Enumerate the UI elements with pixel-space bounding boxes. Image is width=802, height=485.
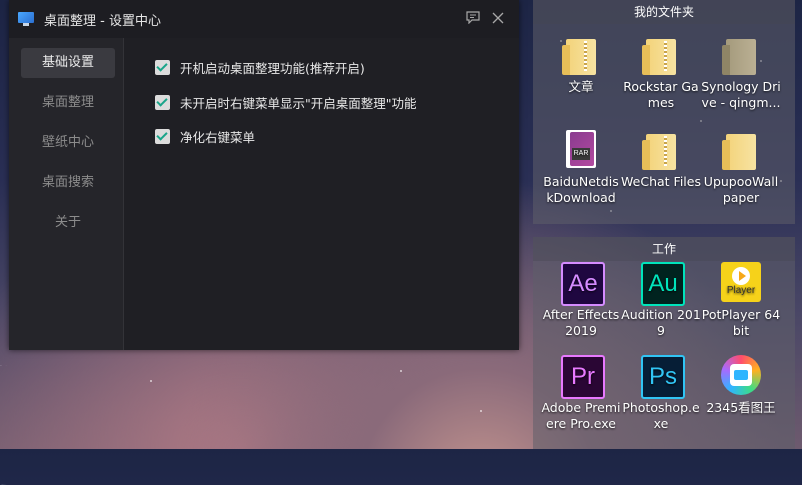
sidebar-item-wallpaper-center[interactable]: 壁纸中心 bbox=[21, 128, 115, 158]
settings-content: 开机启动桌面整理功能(推荐开启) 未开启时右键菜单显示"开启桌面整理"功能 净化… bbox=[124, 38, 519, 350]
desktop-item-rockstar-games[interactable]: Rockstar Games bbox=[621, 33, 701, 111]
monitor-icon bbox=[18, 12, 34, 26]
option-clean-context-menu[interactable]: 净化右键菜单 bbox=[155, 127, 255, 146]
option-context-menu-entry[interactable]: 未开启时右键菜单显示"开启桌面整理"功能 bbox=[155, 93, 417, 112]
title-bar[interactable]: 桌面整理 - 设置中心 bbox=[9, 0, 519, 38]
my-files-panel: 我的文件夹 文章 Rockstar Games Synology Drive -… bbox=[533, 0, 795, 224]
desktop-item-premiere-pro[interactable]: Pr Adobe Premiere Pro.exe bbox=[541, 354, 621, 432]
option-label: 未开启时右键菜单显示"开启桌面整理"功能 bbox=[180, 96, 417, 111]
desktop-item-upupoo-wallpaper[interactable]: UpupooWallpaper bbox=[701, 128, 781, 206]
work-panel: 工作 Ae After Effects 2019 Au Audition 201… bbox=[533, 237, 795, 449]
option-label: 开机启动桌面整理功能(推荐开启) bbox=[180, 61, 365, 76]
premiere-icon: Pr bbox=[560, 354, 605, 399]
desktop-item-photoshop[interactable]: Ps Photoshop.exe bbox=[621, 354, 701, 432]
feedback-icon[interactable] bbox=[464, 10, 482, 28]
after-effects-icon: Ae bbox=[560, 261, 605, 306]
option-startup[interactable]: 开机启动桌面整理功能(推荐开启) bbox=[155, 58, 365, 77]
window-title: 桌面整理 - 设置中心 bbox=[44, 13, 161, 29]
folder-icon bbox=[720, 128, 762, 170]
rar-file-icon: RAR bbox=[560, 128, 602, 170]
audition-icon: Au bbox=[640, 261, 685, 306]
startup-checkbox[interactable] bbox=[155, 60, 170, 75]
desktop-item-after-effects[interactable]: Ae After Effects 2019 bbox=[541, 261, 621, 339]
sidebar-item-desktop-organize[interactable]: 桌面整理 bbox=[21, 88, 115, 118]
clean-menu-checkbox[interactable] bbox=[155, 129, 170, 144]
settings-sidebar: 基础设置 桌面整理 壁纸中心 桌面搜索 关于 bbox=[9, 38, 124, 350]
folder-icon bbox=[560, 33, 602, 75]
panel-title: 我的文件夹 bbox=[533, 0, 795, 24]
desktop-item-baidu-netdisk[interactable]: RAR BaiduNetdiskDownload bbox=[541, 128, 621, 206]
2345-viewer-icon bbox=[720, 354, 762, 396]
panel-title: 工作 bbox=[533, 237, 795, 261]
context-menu-checkbox[interactable] bbox=[155, 95, 170, 110]
folder-icon bbox=[720, 33, 762, 75]
folder-icon bbox=[640, 128, 682, 170]
close-icon[interactable] bbox=[489, 10, 507, 28]
option-label: 净化右键菜单 bbox=[180, 130, 256, 145]
desktop-item-wechat-files[interactable]: WeChat Files bbox=[621, 128, 701, 190]
desktop-item-potplayer[interactable]: Player PotPlayer 64 bit bbox=[701, 261, 781, 339]
desktop-item-synology-drive[interactable]: Synology Drive - qingm... bbox=[701, 33, 781, 111]
sidebar-item-desktop-search[interactable]: 桌面搜索 bbox=[21, 168, 115, 198]
sidebar-item-basic-settings[interactable]: 基础设置 bbox=[21, 48, 115, 78]
light-trail bbox=[0, 365, 54, 485]
potplayer-icon: Player bbox=[720, 261, 762, 303]
sidebar-item-about[interactable]: 关于 bbox=[21, 208, 115, 238]
photoshop-icon: Ps bbox=[640, 354, 685, 399]
settings-window: 桌面整理 - 设置中心 基础设置 桌面整理 壁纸中心 桌面搜索 关于 开机启动桌… bbox=[9, 0, 519, 350]
folder-icon bbox=[640, 33, 682, 75]
desktop-item-audition[interactable]: Au Audition 2019 bbox=[621, 261, 701, 339]
desktop-item-articles[interactable]: 文章 bbox=[541, 33, 621, 95]
desktop-item-2345-viewer[interactable]: 2345看图王 bbox=[701, 354, 781, 416]
